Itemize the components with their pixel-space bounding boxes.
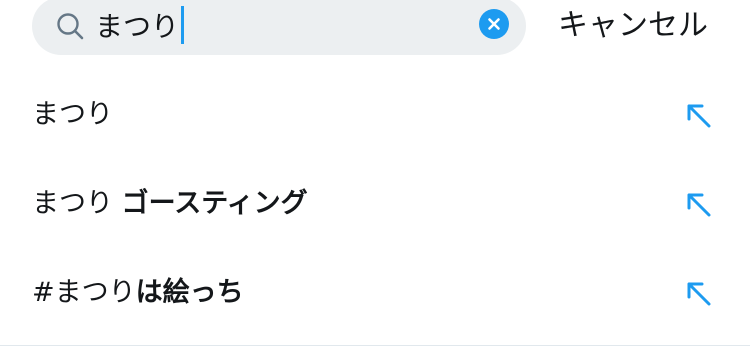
suggestion-prefix: #まつり: [32, 277, 136, 308]
search-icon: [57, 13, 84, 40]
suggestion-text: まつり ゴースティング: [32, 184, 308, 224]
cancel-button[interactable]: キャンセル: [558, 6, 708, 46]
suggestion-prefix: まつり: [32, 188, 122, 219]
suggestion-suffix: ゴースティング: [121, 188, 308, 219]
text-caret: [181, 6, 185, 44]
suggestion-suffix: は絵っち: [135, 277, 244, 308]
search-screen: まつり キャンセル まつり まつり ゴースティング #まつりは絵っち: [0, 0, 750, 349]
divider: [0, 345, 750, 346]
suggestion-item[interactable]: まつり: [0, 70, 750, 159]
suggestion-item[interactable]: まつり ゴースティング: [0, 159, 750, 248]
arrow-up-left-icon[interactable]: [683, 189, 715, 221]
search-query-text: まつり: [95, 10, 180, 43]
suggestion-text: まつり: [32, 95, 113, 135]
suggestion-list: まつり まつり ゴースティング #まつりは絵っち: [0, 70, 750, 337]
suggestion-prefix: まつり: [32, 99, 113, 130]
search-input[interactable]: まつり: [95, 5, 185, 45]
arrow-up-left-icon[interactable]: [683, 100, 715, 132]
search-bar[interactable]: まつり: [32, 0, 526, 55]
close-icon: [488, 18, 500, 30]
arrow-up-left-icon[interactable]: [683, 278, 715, 310]
clear-search-button[interactable]: [479, 9, 509, 39]
suggestion-text: #まつりは絵っち: [32, 273, 244, 313]
suggestion-item[interactable]: #まつりは絵っち: [0, 248, 750, 337]
